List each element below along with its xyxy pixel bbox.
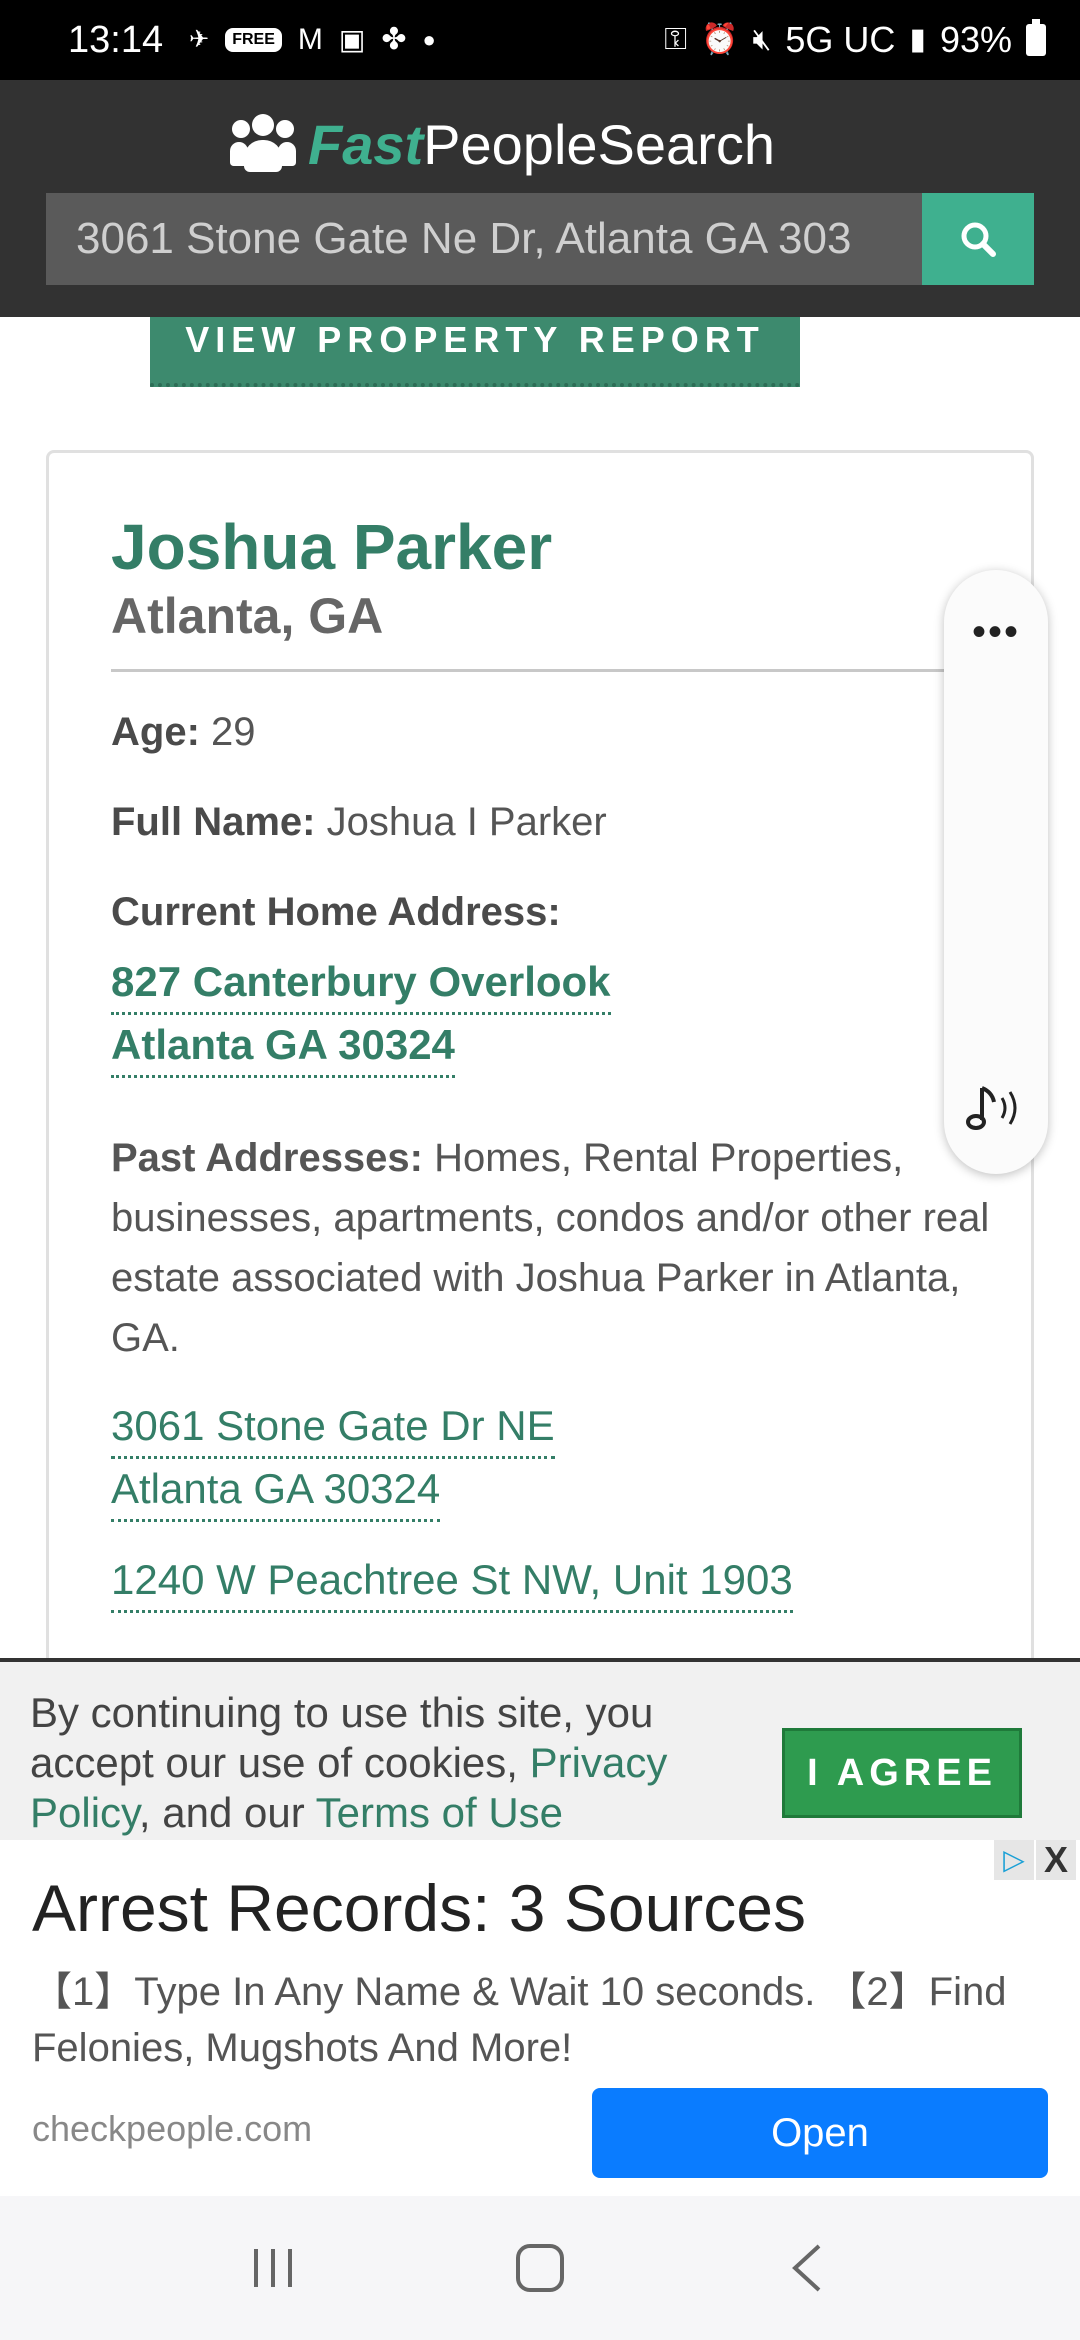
person-card: Joshua Parker Atlanta, GA Age: 29 Full N… — [46, 450, 1034, 1750]
cookie-text: By continuing to use this site, you acce… — [30, 1688, 750, 1838]
search-button[interactable] — [922, 193, 1034, 285]
age-value: 29 — [211, 710, 256, 754]
logo-people-search-text: PeopleSearch — [423, 112, 775, 176]
adchoices-icon[interactable]: ▷ — [994, 1840, 1034, 1880]
dot-icon: ● — [422, 27, 436, 52]
agree-button[interactable]: I AGREE — [782, 1728, 1022, 1818]
divider — [111, 669, 991, 672]
past-address-link[interactable]: 3061 Stone Gate Dr NE Atlanta GA 30324 — [111, 1396, 991, 1522]
past-addresses-label: Past Addresses: — [111, 1136, 423, 1180]
more-icon[interactable]: ••• — [944, 610, 1048, 655]
back-icon[interactable] — [757, 2218, 857, 2318]
logo-fast-text: Fast — [308, 112, 424, 176]
search-icon — [961, 222, 996, 257]
past-address-1-line1[interactable]: 3061 Stone Gate Dr NE — [111, 1396, 555, 1459]
full-name-value: Joshua I Parker — [326, 800, 607, 844]
view-property-report-button[interactable]: VIEW PROPERTY REPORT — [150, 317, 800, 387]
person-location: Atlanta, GA — [111, 588, 384, 644]
ad-close-button[interactable]: X — [1036, 1840, 1076, 1880]
terms-of-use-link[interactable]: Terms of Use — [316, 1789, 563, 1836]
status-left: 13:14 ✈ FREE M ▣ ✤ ● — [68, 19, 436, 62]
free-badge-icon: FREE — [225, 28, 282, 52]
age-label: Age: — [111, 710, 200, 754]
person-name[interactable]: Joshua Parker — [111, 509, 991, 585]
people-icon — [230, 114, 296, 174]
network-label: 5G UC — [785, 19, 896, 60]
pinwheel-icon: ✤ — [381, 23, 407, 56]
signal-icon: ▮ — [909, 23, 926, 56]
current-address-line2[interactable]: Atlanta GA 30324 — [111, 1015, 455, 1078]
battery-label: 93% — [939, 19, 1012, 60]
past-addresses-section: Past Addresses: Homes, Rental Properties… — [111, 1128, 991, 1368]
age-row: Age: 29 — [111, 702, 991, 762]
recents-icon[interactable] — [223, 2218, 323, 2318]
status-right: ⚿ ⏰ 🔇︎ 5G UC ▮ 93% — [664, 19, 1046, 61]
fetch-icon: ✈ — [189, 26, 210, 53]
cookie-banner: By continuing to use this site, you acce… — [0, 1658, 1080, 1840]
ad-open-button[interactable]: Open — [592, 2088, 1048, 2178]
past-address-2-line1[interactable]: 1240 W Peachtree St NW, Unit 1903 — [111, 1550, 793, 1613]
current-address-link[interactable]: 827 Canterbury Overlook Atlanta GA 30324 — [111, 952, 991, 1078]
current-address-label: Current Home Address: — [111, 890, 561, 934]
ad-banner[interactable]: ▷ X Arrest Records: 3 Sources 【1】Type In… — [0, 1840, 1080, 2196]
ad-description: 【1】Type In Any Name & Wait 10 seconds. 【… — [32, 1970, 1007, 2070]
status-time: 13:14 — [68, 18, 164, 61]
battery-icon — [1026, 19, 1046, 56]
ad-badges: ▷ X — [994, 1840, 1076, 1880]
gmail-icon: M — [297, 23, 323, 56]
photo-icon: ▣ — [338, 24, 366, 55]
key-icon: ⚿ — [664, 23, 688, 56]
status-bar: 13:14 ✈ FREE M ▣ ✤ ● ⚿ ⏰ 🔇︎ 5G UC ▮ 93% — [0, 0, 1080, 80]
person-card-content: Joshua Parker Atlanta, GA Age: 29 Full N… — [111, 509, 991, 1613]
past-address-1-line2[interactable]: Atlanta GA 30324 — [111, 1459, 441, 1522]
site-header: Fast PeopleSearch 3061 Stone Gate Ne Dr,… — [0, 80, 1080, 317]
alarm-icon: ⏰ — [701, 23, 739, 56]
cookie-text-mid: , and our — [138, 1789, 316, 1836]
mute-icon: 🔇︎ — [752, 23, 772, 56]
home-icon[interactable] — [490, 2218, 590, 2318]
ad-domain: checkpeople.com — [32, 2108, 313, 2149]
past-address-link[interactable]: 1240 W Peachtree St NW, Unit 1903 — [111, 1550, 991, 1613]
sound-icon[interactable] — [944, 1080, 1048, 1148]
current-address-line1[interactable]: 827 Canterbury Overlook — [111, 952, 611, 1015]
logo[interactable]: Fast PeopleSearch — [230, 104, 775, 184]
current-address-label-row: Current Home Address: — [111, 882, 991, 942]
full-name-row: Full Name: Joshua I Parker — [111, 792, 991, 852]
ad-title[interactable]: Arrest Records: 3 Sources — [32, 1868, 806, 1948]
search-input[interactable]: 3061 Stone Gate Ne Dr, Atlanta GA 303 — [46, 193, 922, 285]
full-name-label: Full Name: — [111, 800, 316, 844]
nav-bar — [0, 2196, 1080, 2340]
floating-side-panel[interactable]: ••• — [944, 570, 1048, 1174]
